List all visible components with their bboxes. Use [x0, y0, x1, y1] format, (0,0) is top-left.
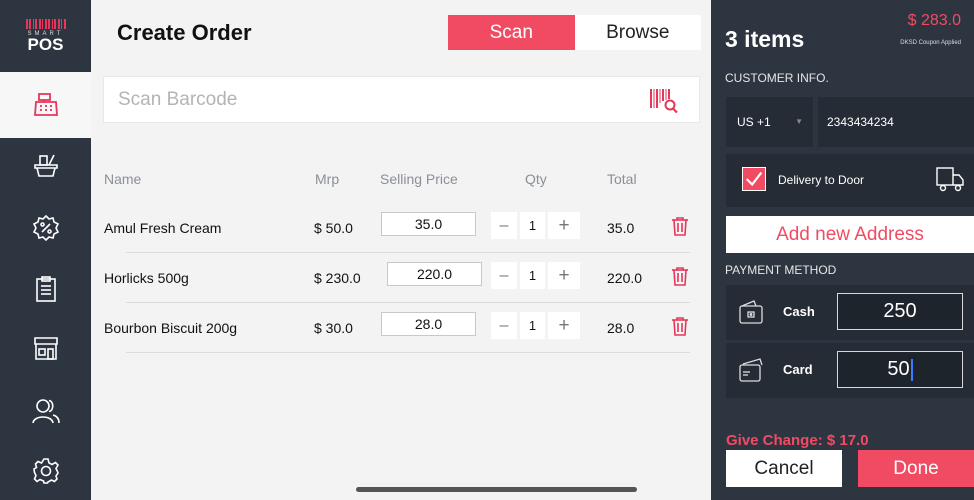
quantity-stepper: – 1 +: [491, 212, 583, 239]
done-button[interactable]: Done: [858, 450, 974, 487]
home-indicator: [356, 487, 637, 492]
selling-price-input[interactable]: 220.0: [387, 262, 482, 286]
trash-icon[interactable]: [671, 316, 689, 336]
payment-row-card: Card 50: [726, 343, 974, 398]
logo-barcode-graphic: [25, 19, 66, 29]
card-payment-icon: [739, 358, 763, 382]
column-header-total: Total: [607, 171, 637, 187]
selling-price-input[interactable]: 35.0: [381, 212, 476, 236]
text-caret: [910, 358, 913, 381]
logo-pos-text: POS: [27, 35, 64, 54]
increment-button[interactable]: +: [548, 212, 580, 239]
trash-icon[interactable]: [671, 266, 689, 286]
product-mrp: $ 30.0: [314, 320, 353, 336]
selling-price-input[interactable]: 28.0: [381, 312, 476, 336]
column-header-selling-price: Selling Price: [380, 171, 458, 187]
customers-icon: [31, 399, 60, 424]
card-label: Card: [783, 362, 813, 377]
settings-gear-icon: [32, 458, 59, 484]
decrement-button[interactable]: –: [491, 212, 517, 239]
customer-info-label: CUSTOMER INFO.: [725, 71, 829, 85]
mode-toggle: Scan Browse: [448, 15, 701, 50]
country-code-value: US +1: [737, 115, 771, 129]
wallet-icon: [739, 300, 763, 324]
barcode-search-input[interactable]: [118, 77, 618, 122]
smart-pos-logo: SMART POS: [0, 0, 91, 72]
cash-amount-input[interactable]: 250: [837, 293, 963, 330]
quantity-stepper: – 1 +: [491, 262, 583, 289]
quantity-value: 1: [520, 312, 545, 339]
nav-item-settings[interactable]: [0, 438, 91, 500]
quantity-value: 1: [520, 262, 545, 289]
cash-register-icon: [33, 93, 58, 116]
trash-icon[interactable]: [671, 216, 689, 236]
cash-amount-value: 250: [883, 300, 917, 322]
product-mrp: $ 230.0: [314, 270, 361, 286]
order-total: $ 283.0: [907, 12, 961, 29]
product-mrp: $ 50.0: [314, 220, 353, 236]
decrement-button[interactable]: –: [491, 262, 517, 289]
product-name: Amul Fresh Cream: [104, 220, 222, 236]
decrement-button[interactable]: –: [491, 312, 517, 339]
check-icon: [745, 171, 763, 187]
product-name: Bourbon Biscuit 200g: [104, 320, 238, 336]
phone-field[interactable]: 2343434234: [818, 97, 974, 147]
barcode-scan-icon[interactable]: [649, 86, 679, 114]
delivery-label: Delivery to Door: [778, 173, 865, 187]
quantity-stepper: – 1 +: [491, 312, 583, 339]
product-name: Horlicks 500g: [104, 270, 189, 286]
cash-label: Cash: [783, 304, 815, 319]
basket-icon: [33, 154, 58, 177]
payment-row-cash: Cash 250: [726, 285, 974, 340]
increment-button[interactable]: +: [548, 312, 580, 339]
column-header-qty: Qty: [525, 171, 547, 187]
table-row: Bourbon Biscuit 200g $ 30.0 28.0 – 1 + 2…: [0, 303, 710, 353]
line-total: 35.0: [607, 220, 635, 236]
barcode-search-box: [103, 76, 700, 123]
row-divider: [126, 352, 690, 353]
delivery-checkbox[interactable]: [742, 167, 766, 191]
table-row: Horlicks 500g $ 230.0 220.0 – 1 + 220.0: [0, 253, 710, 303]
tab-scan[interactable]: Scan: [448, 15, 575, 50]
truck-icon: [936, 167, 964, 192]
page-title: Create Order: [117, 20, 252, 45]
line-total: 220.0: [607, 270, 643, 286]
nav-item-customers[interactable]: [0, 378, 91, 444]
payment-method-label: PAYMENT METHOD: [725, 263, 837, 277]
nav-item-create-order[interactable]: [0, 72, 91, 138]
coupon-note: DKSD Coupon Applied: [900, 40, 961, 46]
nav-item-basket[interactable]: [0, 132, 91, 198]
column-header-mrp: Mrp: [315, 171, 340, 187]
add-address-button[interactable]: Add new Address: [726, 216, 974, 253]
country-code-select[interactable]: US +1 ▼: [726, 97, 813, 147]
table-row: Amul Fresh Cream $ 50.0 35.0 – 1 + 35.0: [0, 203, 710, 253]
delivery-option[interactable]: Delivery to Door: [726, 154, 974, 207]
increment-button[interactable]: +: [548, 262, 580, 289]
line-total: 28.0: [607, 320, 635, 336]
tab-browse[interactable]: Browse: [574, 15, 701, 50]
card-amount-input[interactable]: 50: [837, 351, 963, 388]
column-header-name: Name: [104, 171, 142, 187]
item-count: 3 items: [725, 26, 805, 52]
cancel-button[interactable]: Cancel: [726, 450, 842, 487]
chevron-down-icon: ▼: [795, 117, 803, 126]
card-amount-value: 50: [887, 358, 910, 380]
order-summary-panel: 3 items $ 283.0 DKSD Coupon Applied CUST…: [711, 0, 974, 500]
quantity-value: 1: [520, 212, 545, 239]
change-due-text: Give Change: $ 17.0: [726, 432, 869, 449]
